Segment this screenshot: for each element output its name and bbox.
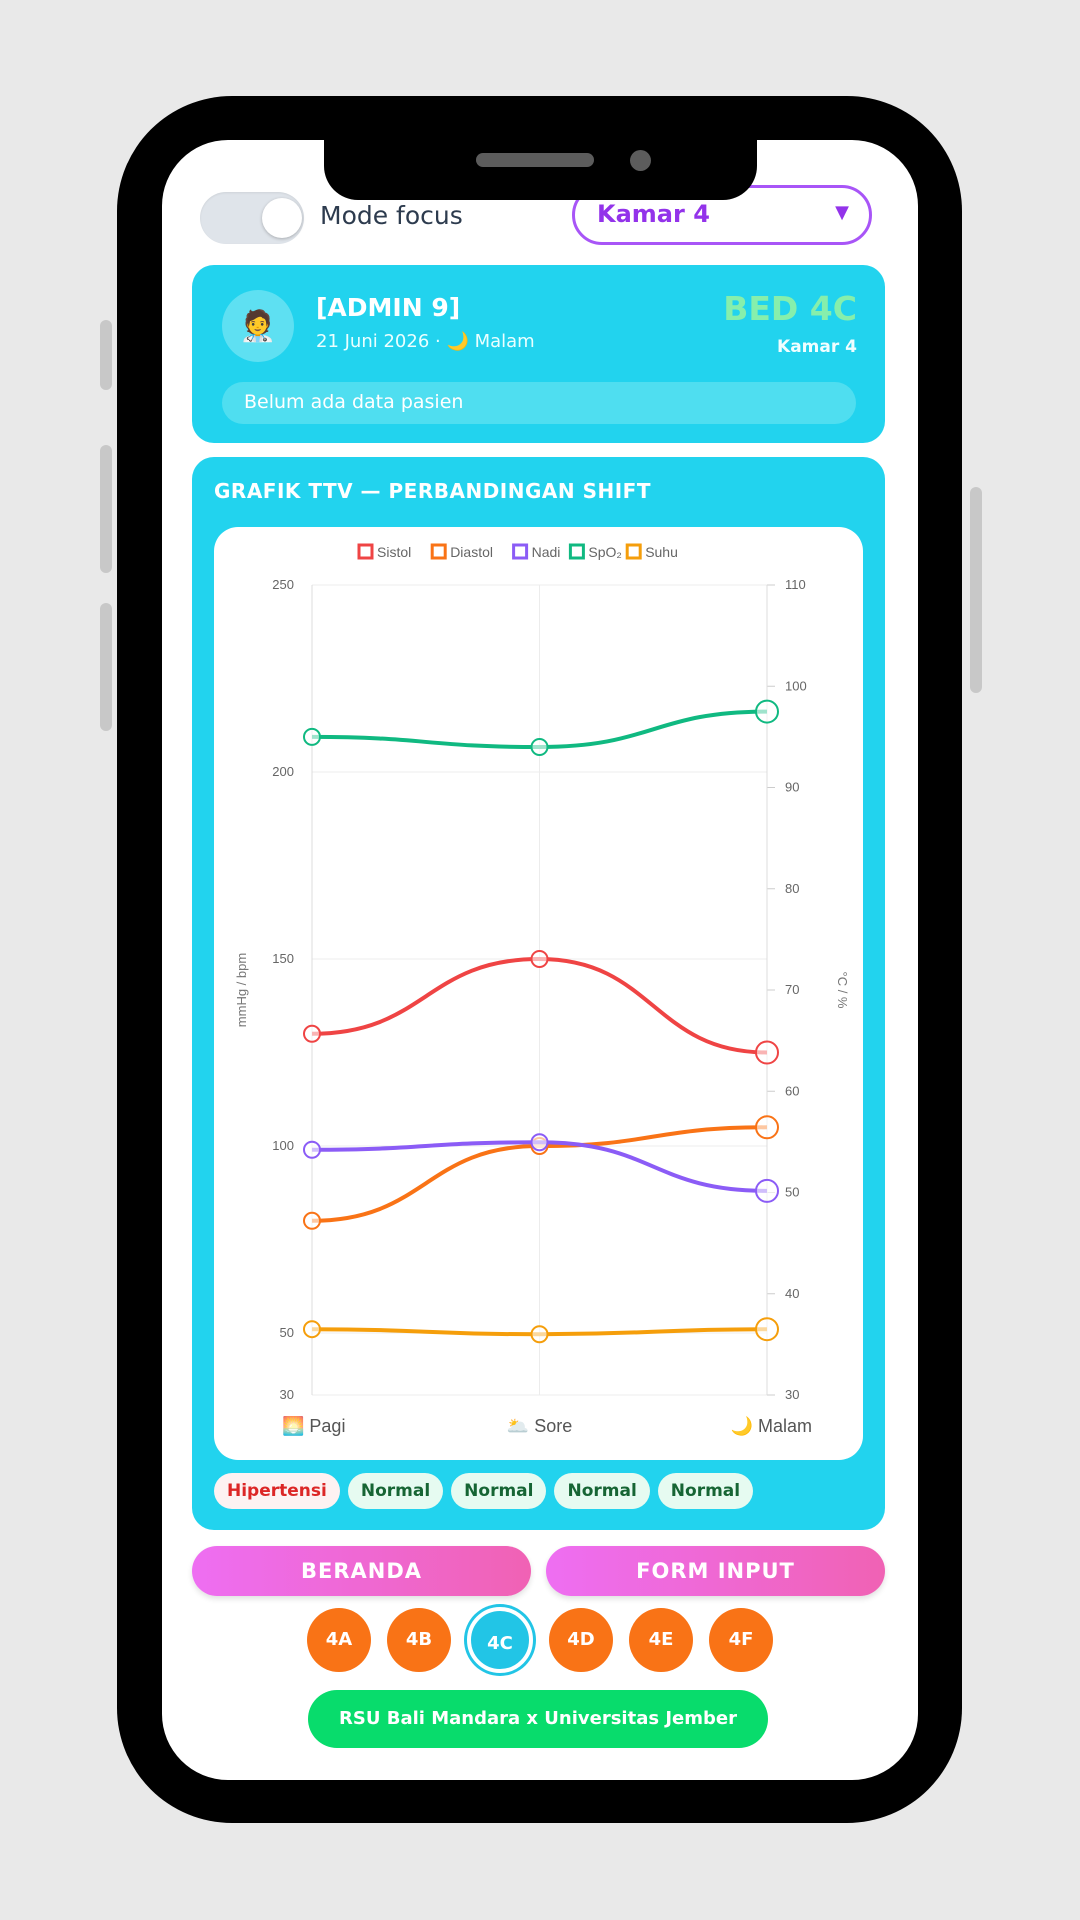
home-button[interactable]: BERANDA: [192, 1546, 531, 1596]
footer-credit-button[interactable]: RSU Bali Mandara x Universitas Jember: [308, 1690, 768, 1748]
status-badge: Normal: [347, 1473, 444, 1509]
phone-notch: [324, 140, 757, 200]
avatar: 🧑‍⚕️: [222, 290, 294, 362]
bed-button-4a[interactable]: 4A: [307, 1608, 371, 1672]
legend-label: Diastol: [450, 544, 493, 560]
empty-patient-text: Belum ada data pasien: [244, 391, 464, 413]
chart-card: GRAFIK TTV — PERBANDINGAN SHIFT 30 50 100 1…: [192, 457, 885, 1530]
status-badge: Normal: [451, 1473, 547, 1509]
left-tick-label: 250: [272, 577, 294, 592]
data-point: [755, 1178, 779, 1203]
status-badge: Hipertensi: [214, 1473, 340, 1509]
right-axis-label: °C / %: [835, 972, 850, 1009]
data-point: [303, 727, 321, 746]
data-point: [530, 950, 549, 968]
right-tick-label: 30: [785, 1387, 799, 1402]
data-point: [303, 1140, 321, 1159]
bed-nav: 4A 4B 4C 4D 4E 4F: [307, 1607, 773, 1673]
bed-title: BED 4C: [723, 289, 857, 328]
chart-container: 30 50 100 150 200 250 30 40 50 60 70 80 90 100 110 mmHg…: [214, 527, 863, 1460]
chevron-down-icon: ▼: [835, 202, 849, 223]
right-tick-label: 40: [785, 1286, 799, 1301]
left-axis-label: mmHg / bpm: [234, 953, 249, 1027]
user-name: [ADMIN 9]: [316, 293, 461, 322]
legend-label: Sistol: [377, 544, 411, 560]
data-point: [530, 1325, 549, 1344]
right-tick-label: 100: [785, 678, 807, 693]
data-point: [755, 1040, 779, 1065]
legend-swatch: [357, 543, 374, 560]
data-point: [530, 1133, 549, 1152]
legend-swatch: [568, 543, 585, 560]
bed-button-4c[interactable]: 4C: [467, 1607, 533, 1673]
app-screen: Mode focus Kamar 4 ▼ 🧑‍⚕️ [ADMIN 9] 21 J…: [162, 140, 918, 1780]
left-tick-label: 30: [280, 1387, 294, 1402]
data-point: [303, 1320, 321, 1339]
phone-silent-switch: [100, 320, 112, 390]
left-tick-label: 50: [280, 1325, 294, 1340]
data-point: [530, 738, 549, 756]
right-tick-label: 110: [785, 577, 806, 592]
left-tick-label: 100: [272, 1138, 294, 1153]
right-tick-label: 60: [785, 1083, 799, 1098]
room-select-value: Kamar 4: [597, 200, 710, 228]
form-input-button[interactable]: FORM INPUT: [546, 1546, 885, 1596]
right-tick-label: 80: [785, 881, 799, 896]
x-tick-label: 🌥️ Sore: [507, 1416, 572, 1436]
data-point: [755, 1115, 779, 1140]
toggle-knob: [262, 198, 302, 238]
bed-room: Kamar 4: [777, 337, 857, 357]
nurse-avatar-icon: 🧑‍⚕️: [239, 308, 277, 344]
status-badges: Hipertensi Normal Normal Normal Normal: [214, 1473, 754, 1509]
data-point: [755, 1317, 779, 1342]
legend-label: Nadi: [532, 544, 561, 560]
legend-swatch: [512, 543, 529, 560]
right-tick-label: 50: [785, 1185, 799, 1200]
data-point: [303, 1024, 321, 1043]
bed-button-4d[interactable]: 4D: [549, 1608, 613, 1672]
left-tick-label: 200: [272, 764, 294, 779]
mode-focus-toggle[interactable]: [200, 192, 304, 244]
phone-volume-up: [100, 445, 112, 573]
speaker-grille: [476, 153, 594, 167]
status-badge: Normal: [554, 1473, 650, 1509]
phone-power-button: [970, 487, 982, 693]
data-point: [755, 699, 779, 724]
phone-volume-down: [100, 603, 112, 731]
chart-title: GRAFIK TTV — PERBANDINGAN SHIFT: [214, 479, 651, 503]
bed-button-4e[interactable]: 4E: [629, 1608, 693, 1672]
legend-swatch: [430, 543, 447, 560]
status-badge: Normal: [657, 1473, 754, 1509]
front-camera: [630, 150, 651, 171]
bed-button-4b[interactable]: 4B: [387, 1608, 451, 1672]
right-tick-label: 90: [785, 780, 799, 795]
legend-label: Suhu: [645, 544, 678, 560]
vital-signs-chart: 30 50 100 150 200 250 30 40 50 60 70 80 90 100 110 mmHg…: [234, 543, 850, 1437]
legend-swatch: [625, 543, 642, 560]
left-tick-label: 150: [272, 951, 294, 966]
mode-focus-label: Mode focus: [320, 201, 463, 230]
x-tick-label: 🌙 Malam: [731, 1415, 812, 1437]
bed-button-4f[interactable]: 4F: [709, 1608, 773, 1672]
data-point: [303, 1211, 321, 1230]
date-shift: 21 Juni 2026 · 🌙 Malam: [316, 331, 535, 352]
right-tick-label: 70: [785, 982, 799, 997]
empty-patient-banner: Belum ada data pasien: [222, 382, 856, 424]
legend-label: SpO₂: [588, 544, 621, 560]
patient-card: 🧑‍⚕️ [ADMIN 9] 21 Juni 2026 · 🌙 Malam BE…: [192, 265, 885, 443]
x-tick-label: 🌅 Pagi: [282, 1415, 345, 1436]
